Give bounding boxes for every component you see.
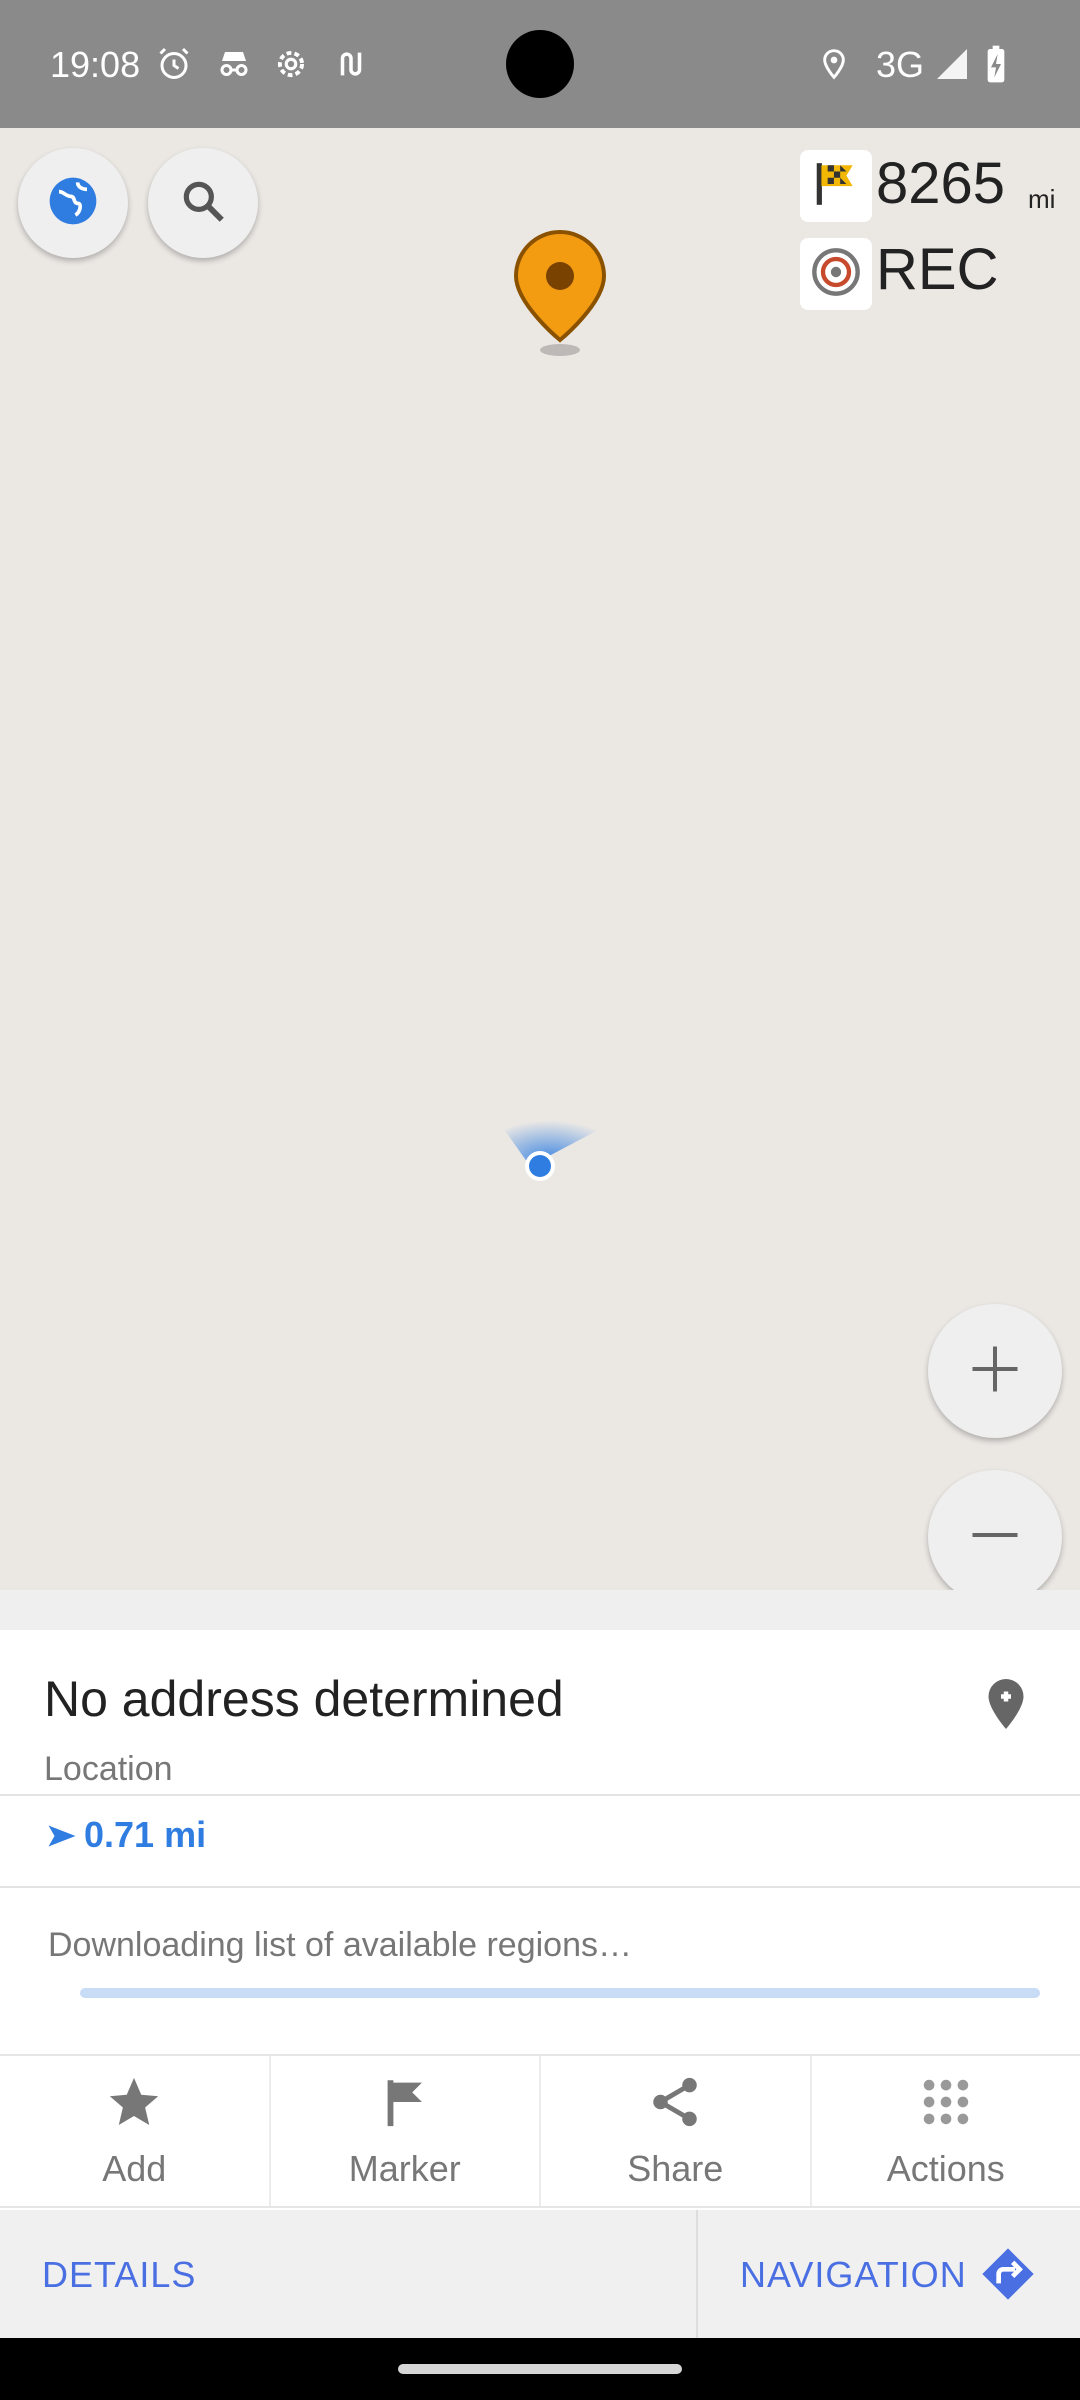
zoom-in-icon [965,1339,1025,1404]
action-bar: Add Marker Share Actions [0,2054,1080,2208]
rec-widget-label[interactable]: REC [876,236,998,303]
status-bar: 19:08 3G [0,0,1080,128]
share-action-label: Share [627,2147,724,2189]
status-time: 19:08 [50,44,141,85]
divider [0,1794,1080,1796]
add-action-label: Add [102,2147,167,2189]
bottom-action-bar: DETAILS NAVIGATION [0,2210,1080,2338]
address-subtitle: Location [44,1750,173,1788]
globe-icon [45,173,101,234]
location-sheet: No address determined Location 0.71 mi D… [0,1590,1080,2338]
marker-action-label: Marker [348,2147,461,2189]
more-actions-label: Actions [886,2147,1005,2189]
zoom-out-button[interactable] [928,1470,1062,1590]
destination-pin[interactable] [510,228,610,358]
map-pin-icon[interactable] [976,1674,1036,1734]
navigation-turn-icon[interactable] [980,2246,1036,2302]
grid-dots-icon [917,2073,975,2136]
divider [696,2210,698,2338]
navigation-button[interactable]: NAVIGATION [740,2254,967,2296]
location-icon [818,44,850,84]
finish-flag-widget[interactable] [800,150,872,222]
divider [0,1886,1080,1888]
map-view[interactable]: 8265 mi REC [0,128,1080,1590]
network-type: 3G [876,44,925,85]
share-action-button[interactable]: Share [541,2056,812,2206]
record-widget[interactable] [800,238,872,310]
system-navigation-bar [0,2338,1080,2400]
zoom-out-icon [965,1505,1025,1570]
direction-arrow-icon [44,1818,80,1854]
distance-value: 0.71 mi [84,1814,207,1855]
add-action-button[interactable]: Add [0,2056,271,2206]
signal-icon [934,44,970,84]
details-button[interactable]: DETAILS [42,2254,196,2296]
alarm-icon [156,44,192,84]
battery-charging-icon [984,44,1008,84]
more-actions-button[interactable]: Actions [812,2056,1080,2206]
distance-widget-unit: mi [1028,184,1056,214]
flag-icon [376,2073,434,2136]
download-progress-bar [80,1988,1040,1998]
address-title: No address determined [44,1671,564,1727]
share-icon [646,2073,704,2136]
search-icon [178,176,228,231]
my-location-marker [490,1088,610,1188]
marker-action-button[interactable]: Marker [271,2056,541,2206]
map-widgets-panel: 8265 mi REC [790,150,1080,330]
finish-flag-icon [811,159,861,214]
globe-button[interactable] [18,148,128,258]
zoom-in-button[interactable] [928,1304,1062,1438]
sheet-handle-area[interactable] [0,1590,1080,1630]
download-status-text: Downloading list of available regions… [48,1926,632,1964]
settings-cog-icon [272,44,310,84]
camera-cutout [506,30,574,98]
distance-widget-value[interactable]: 8265 [876,150,1005,217]
star-icon [105,2073,163,2136]
route-icon [334,44,368,84]
home-gesture-handle[interactable] [398,2364,682,2374]
target-icon [810,246,862,303]
incognito-icon [214,44,254,84]
search-button[interactable] [148,148,258,258]
